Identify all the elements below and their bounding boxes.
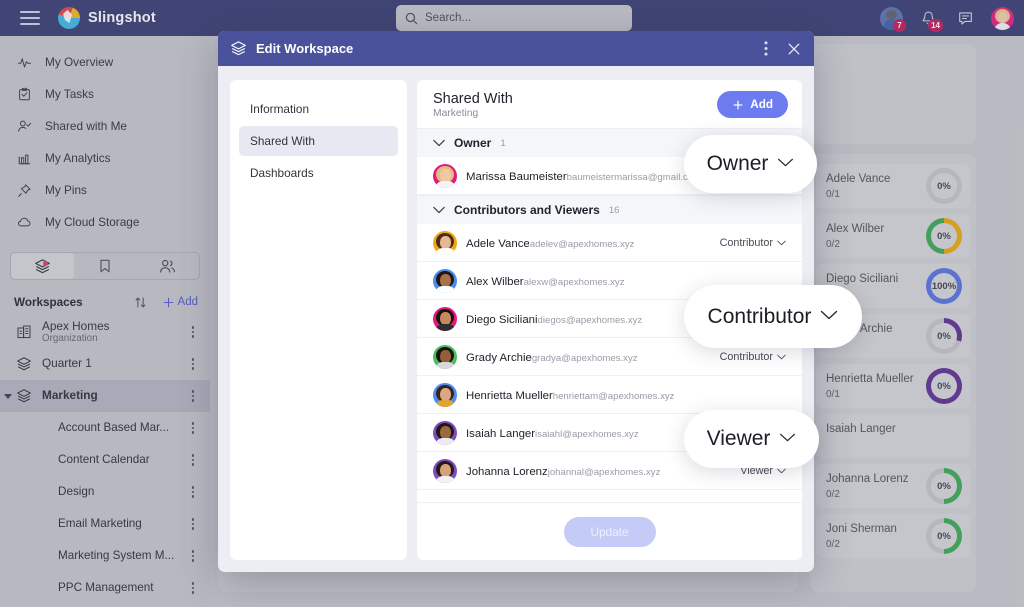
chevron-down-icon — [779, 430, 796, 448]
member-name: Henrietta Mueller — [466, 389, 553, 402]
kebab-menu-icon[interactable] — [764, 40, 768, 57]
member-info: Grady Archiegradya@apexhomes.xyz — [466, 348, 720, 366]
modal-side-nav: Information Shared With Dashboards — [230, 80, 407, 560]
member-info: Henrietta Muellerhenriettam@apexhomes.xy… — [466, 386, 786, 404]
member-name: Johanna Lorenz — [466, 465, 548, 478]
close-icon[interactable] — [786, 41, 802, 57]
chevron-down-icon — [433, 206, 445, 214]
panel-footer: Update — [417, 502, 802, 560]
add-member-label: Add — [750, 98, 773, 111]
chevron-down-icon — [777, 354, 786, 360]
panel-header: Shared With Marketing Add — [417, 80, 802, 128]
member-name: Adele Vance — [466, 237, 530, 250]
callout-text: Owner — [706, 152, 769, 175]
modal-header: Edit Workspace — [218, 31, 814, 66]
member-email: isaiahl@apexhomes.xyz — [535, 428, 639, 440]
member-row[interactable]: Adele Vanceadelev@apexhomes.xyz Contribut… — [417, 224, 802, 262]
member-name: Marissa Baumeister — [466, 170, 567, 183]
modal-nav-information[interactable]: Information — [239, 94, 398, 124]
panel-title: Shared With — [433, 91, 513, 107]
member-email: henriettam@apexhomes.xyz — [552, 390, 675, 402]
plus-icon — [733, 100, 743, 109]
avatar — [433, 382, 457, 407]
chevron-down-icon — [777, 240, 786, 246]
member-name: Alex Wilber — [466, 275, 524, 288]
chevron-down-icon — [433, 139, 445, 147]
modal-nav-dashboards[interactable]: Dashboards — [239, 158, 398, 188]
panel-subtitle: Marketing — [433, 108, 479, 119]
role-selector[interactable]: Contributor — [720, 351, 786, 363]
callout-viewer: Viewer — [684, 410, 819, 468]
member-email: johannal@apexhomes.xyz — [547, 466, 661, 478]
group-count: 1 — [500, 137, 506, 149]
avatar — [433, 163, 457, 188]
add-member-button[interactable]: Add — [717, 91, 788, 118]
modal-nav-label: Shared With — [250, 134, 315, 148]
role-selector[interactable]: Contributor — [720, 237, 786, 249]
member-row[interactable]: Henrietta Muellerhenriettam@apexhomes.xy… — [417, 376, 802, 414]
member-name: Isaiah Langer — [466, 427, 536, 440]
callout-contributor: Contributor — [684, 285, 862, 348]
group-header-contributors-and-viewers[interactable]: Contributors and Viewers 16 — [417, 195, 802, 224]
avatar — [433, 344, 457, 369]
update-button[interactable]: Update — [563, 516, 656, 547]
member-email: baumeistermarissa@gmail.com — [566, 171, 702, 183]
member-email: gradya@apexhomes.xyz — [531, 352, 638, 364]
member-email: alexw@apexhomes.xyz — [523, 276, 625, 288]
avatar — [433, 230, 457, 255]
group-name: Contributors and Viewers — [454, 203, 600, 217]
modal-title: Edit Workspace — [256, 41, 354, 56]
member-info: Adele Vanceadelev@apexhomes.xyz — [466, 234, 720, 252]
avatar — [433, 306, 457, 331]
callout-text: Contributor — [707, 304, 812, 328]
member-name: Grady Archie — [466, 351, 532, 364]
avatar — [433, 420, 457, 445]
member-name: Diego Siciliani — [466, 313, 538, 326]
layers-icon — [231, 41, 246, 56]
chevron-down-icon — [777, 155, 794, 173]
group-count: 16 — [608, 204, 620, 216]
callout-owner: Owner — [684, 135, 817, 193]
modal-nav-shared-with[interactable]: Shared With — [239, 126, 398, 156]
chevron-down-icon — [777, 468, 786, 474]
chevron-down-icon — [820, 308, 838, 326]
modal-nav-label: Information — [250, 102, 310, 116]
callout-text: Viewer — [706, 427, 771, 450]
member-email: diegos@apexhomes.xyz — [537, 314, 643, 326]
app-root: Adele Vance 0/1 0% Alex Wilber 0/2 0% Diego Si… — [0, 0, 1024, 607]
avatar — [433, 458, 457, 483]
modal-nav-label: Dashboards — [250, 166, 314, 180]
avatar — [433, 268, 457, 293]
group-name: Owner — [454, 136, 492, 150]
member-email: adelev@apexhomes.xyz — [529, 238, 635, 250]
